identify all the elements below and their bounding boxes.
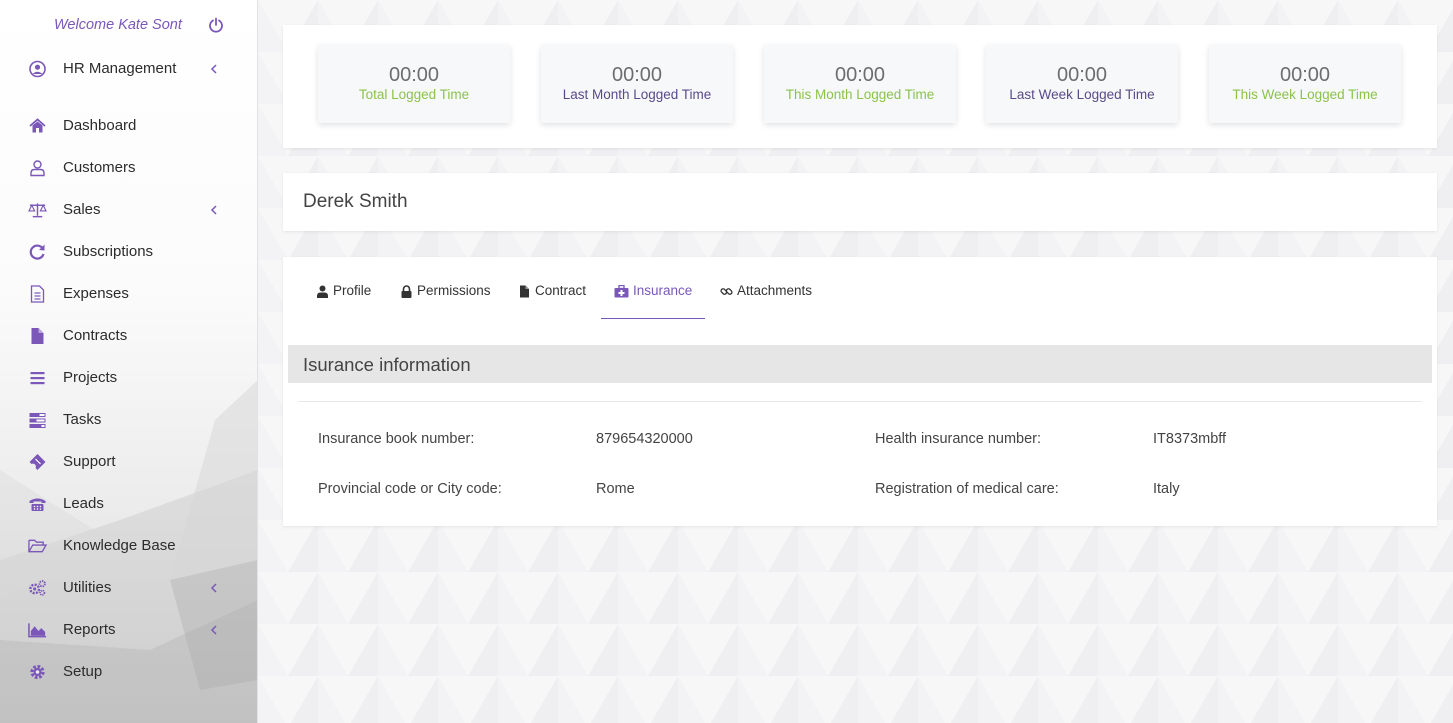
stat-value: 00:00 (1056, 64, 1108, 86)
sidebar-item-label: Subscriptions (63, 243, 154, 260)
user-icon (30, 160, 45, 177)
user-circle-icon (29, 60, 46, 78)
stat-value: 00:00 (611, 64, 663, 86)
sidebar-item-utilities[interactable]: Utilities (0, 570, 257, 606)
refresh-icon (29, 244, 45, 260)
ticket-icon (29, 454, 46, 470)
tab-permissions[interactable]: Permissions (400, 283, 491, 319)
stat-value: 00:00 (834, 64, 886, 86)
divider (298, 401, 1422, 402)
cog-icon (30, 664, 45, 680)
section-title: Isurance information (303, 354, 471, 375)
sidebar-item-hr-management[interactable]: HR Management (0, 51, 257, 87)
tab-label: Insurance (633, 283, 693, 298)
tab-contract[interactable]: Contract (518, 283, 586, 319)
sidebar-item-subscriptions[interactable]: Subscriptions (0, 234, 257, 270)
insurance-book-number-label: Insurance book number: (318, 431, 475, 447)
chevron-left-icon (210, 64, 217, 74)
tab-insurance[interactable]: Insurance (601, 283, 706, 319)
sidebar-item-tasks[interactable]: Tasks (0, 402, 257, 438)
tab-label: Profile (333, 283, 372, 298)
chevron-left-icon (210, 205, 217, 215)
sidebar-item-label: Contracts (63, 327, 128, 344)
main-content: 00:00 Total Logged Time 00:00 Last Month… (258, 0, 1453, 723)
stat-label: Total Logged Time (358, 87, 470, 102)
file-icon (31, 328, 44, 344)
link-icon (720, 288, 733, 295)
health-insurance-number-label: Health insurance number: (875, 431, 1042, 447)
tab-label: Permissions (417, 283, 491, 298)
file-text-icon (30, 285, 45, 303)
sidebar-item-sales[interactable]: Sales (0, 192, 257, 228)
sidebar-item-support[interactable]: Support (0, 444, 257, 480)
provincial-code-label: Provincial code or City code: (318, 481, 502, 497)
lock-icon (401, 285, 412, 298)
stat-label: Last Week Logged Time (1009, 87, 1155, 102)
tab-attachments[interactable]: Attachments (720, 283, 812, 319)
stat-value: 00:00 (1279, 64, 1331, 86)
phone-icon (29, 498, 46, 511)
balance-scale-icon (28, 203, 47, 218)
home-icon (29, 118, 46, 133)
tab-profile[interactable]: Profile (316, 283, 371, 319)
sidebar-item-label: HR Management (63, 60, 177, 77)
welcome-row: Welcome Kate Sont (0, 14, 257, 38)
medical-care-registration-label: Registration of medical care: (875, 481, 1059, 497)
employee-name: Derek Smith (303, 191, 408, 212)
sidebar-item-projects[interactable]: Projects (0, 360, 257, 396)
user-icon (317, 285, 328, 298)
sidebar-item-label: Expenses (63, 285, 129, 302)
power-icon[interactable] (208, 17, 224, 33)
welcome-text: Welcome Kate Sont (54, 17, 182, 33)
logged-time-stats: 00:00 Total Logged Time 00:00 Last Month… (283, 25, 1437, 148)
sidebar-item-customers[interactable]: Customers (0, 150, 257, 186)
sidebar-item-leads[interactable]: Leads (0, 486, 257, 522)
chevron-left-icon (210, 583, 217, 593)
insurance-section-header: Isurance information (288, 345, 1432, 383)
medkit-icon (614, 285, 629, 298)
sidebar-item-label: Tasks (63, 411, 102, 428)
area-chart-icon (28, 623, 47, 638)
sidebar-item-expenses[interactable]: Expenses (0, 276, 257, 312)
chevron-left-icon (210, 625, 217, 635)
sidebar-item-knowledge-base[interactable]: Knowledge Base (0, 528, 257, 564)
stat-card-this-week: 00:00 This Week Logged Time (1209, 45, 1401, 123)
sidebar-item-contracts[interactable]: Contracts (0, 318, 257, 354)
cogs-icon (29, 580, 46, 596)
insurance-book-number-value: 879654320000 (596, 431, 693, 447)
tab-label: Contract (535, 283, 587, 298)
stat-card-last-week: 00:00 Last Week Logged Time (986, 45, 1178, 123)
sidebar-item-label: Projects (63, 369, 118, 386)
sidebar-item-label: Leads (63, 495, 104, 512)
sidebar-item-dashboard[interactable]: Dashboard (0, 108, 257, 144)
sidebar: Welcome Kate Sont HR Management Dashboar… (0, 0, 258, 723)
stat-label: This Month Logged Time (785, 87, 935, 102)
sidebar-item-setup[interactable]: Setup (0, 654, 257, 690)
stat-value: 00:00 (388, 64, 440, 86)
sidebar-item-label: Dashboard (63, 117, 137, 134)
employee-header: Derek Smith (283, 173, 1437, 231)
stat-label: Last Month Logged Time (562, 87, 712, 102)
medical-care-registration-value: Italy (1153, 481, 1180, 497)
stat-label: This Week Logged Time (1232, 87, 1378, 102)
sidebar-item-label: Sales (63, 201, 101, 218)
sidebar-item-label: Knowledge Base (63, 537, 176, 554)
stat-card-last-month: 00:00 Last Month Logged Time (541, 45, 733, 123)
sidebar-item-label: Support (63, 453, 116, 470)
stat-card-total: 00:00 Total Logged Time (318, 45, 510, 123)
employee-detail-panel: Profile Permissions Contract Insurance A… (283, 257, 1437, 526)
provincial-code-value: Rome (596, 481, 635, 497)
bars-icon (30, 372, 45, 385)
stat-card-this-month: 00:00 This Month Logged Time (764, 45, 956, 123)
sidebar-item-label: Reports (63, 621, 116, 638)
sidebar-item-label: Setup (63, 663, 103, 680)
folder-open-icon (28, 539, 47, 553)
tab-label: Attachments (737, 283, 813, 298)
sidebar-item-reports[interactable]: Reports (0, 612, 257, 648)
sidebar-item-label: Utilities (63, 579, 112, 596)
file-icon (520, 285, 529, 298)
health-insurance-number-value: IT8373mbff (1153, 431, 1227, 447)
tasks-icon (29, 413, 46, 428)
sidebar-item-label: Customers (63, 159, 136, 176)
